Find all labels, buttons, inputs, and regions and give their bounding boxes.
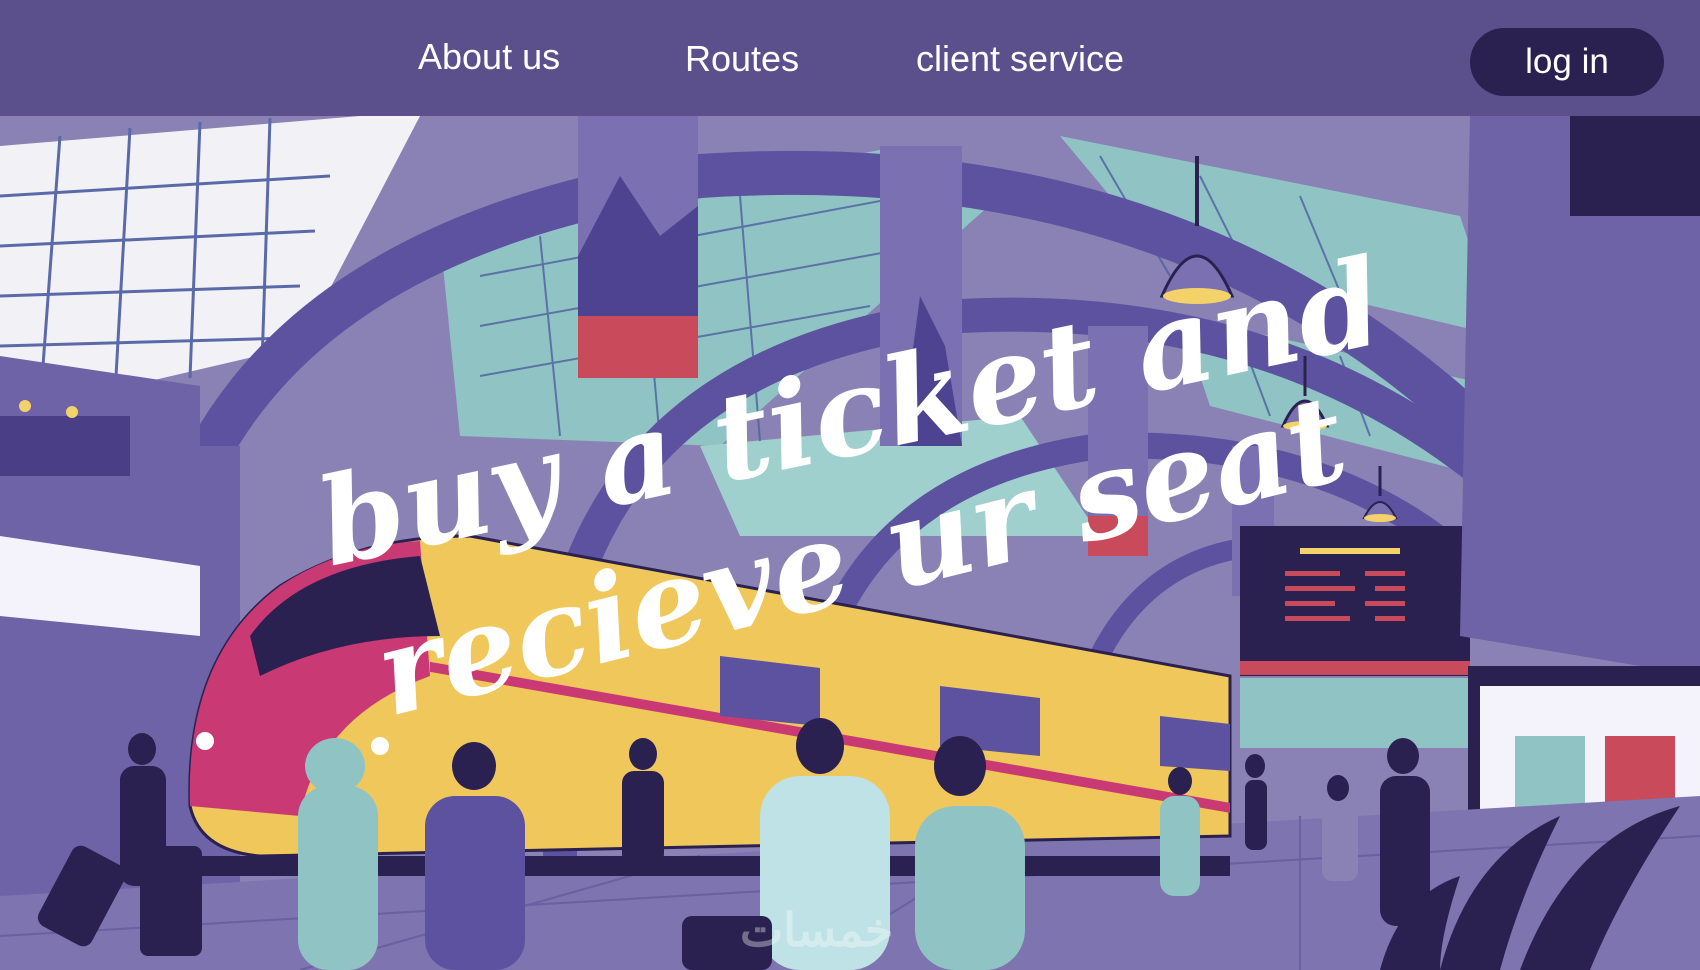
nav-routes[interactable]: Routes: [685, 38, 799, 80]
nav-client-service[interactable]: client service: [916, 38, 1124, 80]
login-button[interactable]: log in: [1470, 28, 1664, 96]
landing-page: About us Routes client service log in bu…: [0, 0, 1700, 970]
hero-illustration: [0, 116, 1700, 970]
nav-about-us[interactable]: About us: [418, 36, 560, 78]
top-navbar: About us Routes client service log in: [0, 0, 1700, 116]
train-station-illustration: [0, 116, 1700, 970]
